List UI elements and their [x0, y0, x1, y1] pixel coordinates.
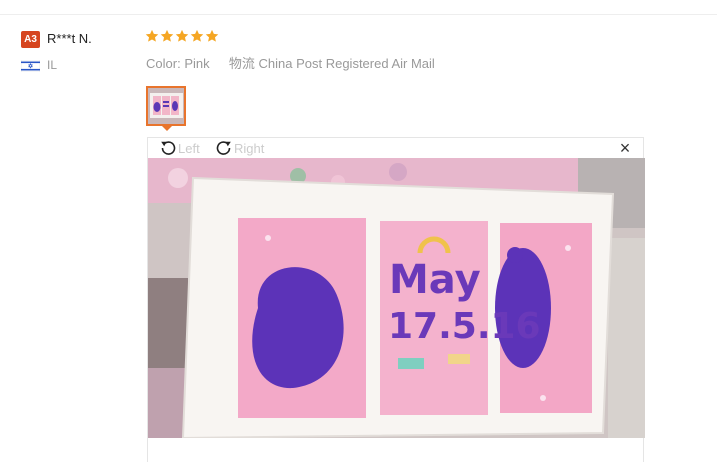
viewer-toolbar: Left Right ×: [148, 138, 643, 158]
shipping-value: China Post Registered Air Mail: [258, 56, 435, 71]
review-photo-thumbnail[interactable]: [146, 86, 186, 126]
star-icon: [160, 29, 174, 42]
rotate-right-icon: [216, 141, 231, 155]
buyer-country: IL: [47, 58, 58, 72]
color-label: Color:: [146, 56, 181, 71]
photo-viewer: Left Right × May 17.5.16: [147, 137, 645, 462]
israel-flag-icon: [21, 60, 40, 72]
star-icon: [190, 29, 204, 42]
shipping-label: 物流: [228, 56, 255, 71]
photo-text-line1: May: [389, 257, 481, 303]
star-icon: [145, 29, 159, 42]
star-icon: [205, 29, 219, 42]
rotate-left-button[interactable]: Left: [158, 138, 200, 158]
rotate-right-button[interactable]: Right: [214, 138, 264, 158]
buyer-level-badge: A3: [21, 31, 40, 48]
thumbnail-active-caret: [162, 126, 172, 131]
rotate-right-label: Right: [234, 140, 265, 156]
photo-text-line2: 17.5.16: [388, 306, 541, 347]
star-icon: [175, 29, 189, 42]
review-photo: May 17.5.16: [148, 158, 645, 438]
buyer-name: R***t N.: [47, 31, 92, 46]
star-rating: [145, 29, 219, 43]
close-icon[interactable]: ×: [617, 139, 633, 157]
thumbnail-image: [148, 88, 184, 124]
rotate-left-icon: [161, 141, 176, 155]
color-value: Pink: [184, 56, 210, 71]
rotate-left-label: Left: [178, 140, 200, 156]
review-attributes: Color: Pink 物流 China Post Registered Air…: [146, 53, 435, 72]
divider: [0, 14, 717, 15]
